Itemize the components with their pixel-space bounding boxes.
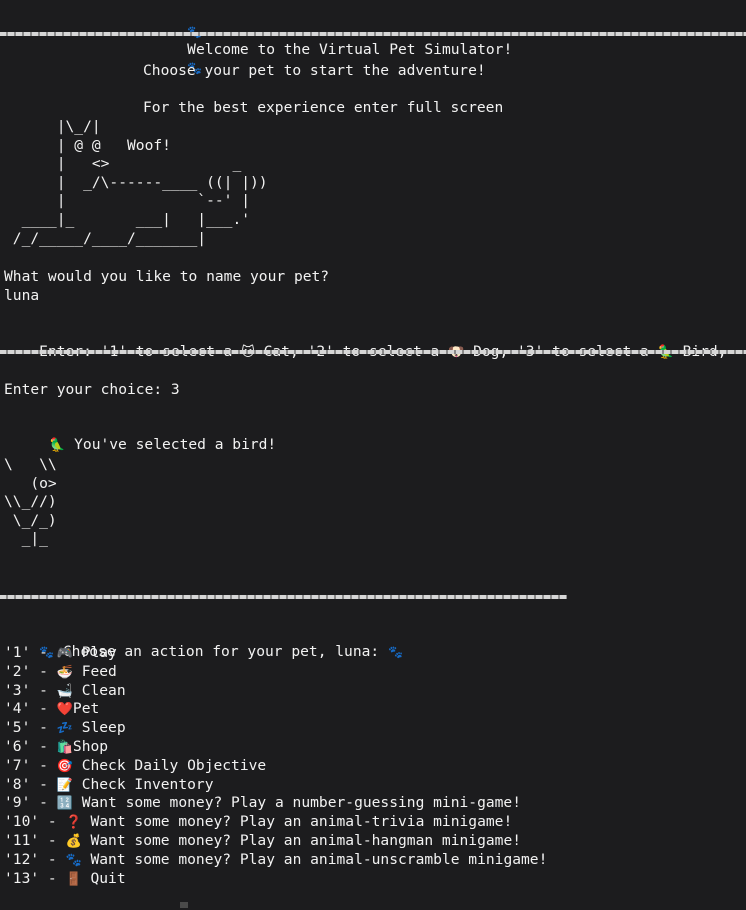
intro-line-2: For the best experience enter full scree…: [143, 99, 504, 116]
menu-item-icon: 🐾: [65, 852, 82, 868]
selected-line: 🦜 You've selected a bird!: [14, 418, 276, 453]
pet-select-prompt: Enter: '1' to select a 🐱 Cat, '2' to sel…: [4, 325, 726, 360]
menu-item[interactable]: '8' - 📝 Check Inventory: [4, 776, 214, 794]
divider: [0, 32, 746, 36]
menu-item-icon: 🛁: [56, 683, 73, 699]
menu-item[interactable]: '1' - 🎮 Play: [4, 644, 117, 662]
name-question: What would you like to name your pet?: [4, 268, 330, 285]
menu-item-label: Pet: [72, 700, 100, 718]
menu-item-key: '6' -: [4, 738, 57, 755]
paw-icon: 🐾: [387, 645, 403, 659]
menu-item[interactable]: '13' - 🚪 Quit: [4, 870, 126, 888]
menu-item-label: Quit: [81, 869, 126, 887]
dog-ascii-art: |\_/| | @ @ Woof! | <> _ | _/\------____…: [12, 118, 268, 247]
menu-item-key: '7' -: [4, 756, 57, 774]
choice-line: Enter your choice: 3: [4, 381, 180, 398]
app-title: Welcome to the Virtual Pet Simulator!: [187, 41, 513, 58]
menu-item[interactable]: '5' - 💤 Sleep: [4, 719, 126, 737]
menu-header: 🐾 Choose an action for your pet, luna: 🐾: [4, 625, 403, 660]
terminal-bottom-bar: [0, 900, 746, 910]
menu-item-icon: 💤: [56, 721, 73, 737]
menu-item-icon: 🎯: [56, 758, 73, 774]
menu-item-label: Check Daily Objective: [72, 756, 267, 774]
header-title-line: 🐾 Welcome to the Virtual Pet Simulator! …: [152, 5, 512, 75]
menu-item-label: Shop: [72, 738, 109, 755]
menu-item-label: Want some money? Play an animal-unscramb…: [81, 850, 548, 868]
menu-item-icon: 🚪: [65, 871, 82, 887]
bird-ascii-art: \ \\ (o> \\_//) \_/_) _|_: [4, 456, 57, 548]
menu-item[interactable]: '12' - 🐾 Want some money? Play an animal…: [4, 851, 547, 869]
name-answer: luna: [4, 287, 40, 304]
intro-line-1: Choose your pet to start the adventure!: [143, 62, 486, 79]
menu-item[interactable]: '9' - 🔢 Want some money? Play a number-g…: [4, 794, 521, 812]
menu-item-key: '3' -: [4, 681, 57, 699]
menu-item-key: '9' -: [4, 794, 57, 812]
menu-item-key: '10' -: [4, 813, 66, 831]
divider: [0, 595, 567, 599]
menu-item-key: '2' -: [4, 662, 57, 680]
menu-item-key: '5' -: [4, 719, 57, 737]
cursor-icon: [180, 902, 188, 908]
menu-item-key: '4' -: [4, 700, 57, 718]
menu-item-label: Want some money? Play an animal-hangman …: [81, 832, 522, 849]
menu-item-label: Sleep: [72, 719, 126, 737]
menu-item-icon: 🎮: [56, 646, 73, 661]
menu-item[interactable]: '2' - 🍜 Feed: [4, 663, 117, 681]
menu-item-icon: 🍜: [56, 664, 73, 680]
menu-item-icon: 🔢: [56, 796, 73, 812]
menu-item[interactable]: '4' - ❤️Pet: [4, 700, 99, 718]
menu-item-icon: 📝: [56, 777, 73, 793]
menu-item-icon: ❤️: [56, 702, 73, 718]
menu-item-icon: ❓: [65, 815, 82, 831]
menu-item-icon: 💰: [65, 834, 82, 849]
menu-item-key: '1' -: [4, 644, 57, 661]
menu-item[interactable]: '11' - 💰 Want some money? Play an animal…: [4, 832, 521, 850]
menu-item[interactable]: '10' - ❓ Want some money? Play an animal…: [4, 813, 512, 831]
menu-item-label: Want some money? Play an animal-trivia m…: [81, 813, 513, 831]
menu-item-label: Play: [72, 644, 117, 661]
divider: [0, 350, 746, 354]
menu-item-key: '11' -: [4, 832, 66, 849]
menu-item-key: '8' -: [4, 775, 57, 793]
menu-item-key: '12' -: [4, 850, 66, 868]
menu-item-key: '13' -: [4, 869, 66, 887]
menu-item-icon: 🛍️: [56, 740, 73, 755]
menu-item[interactable]: '7' - 🎯 Check Daily Objective: [4, 757, 266, 775]
menu-item[interactable]: '3' - 🛁 Clean: [4, 682, 126, 700]
menu-item-label: Want some money? Play a number-guessing …: [72, 794, 522, 812]
bird-icon: 🦜: [49, 438, 66, 453]
terminal-window[interactable]: 🐾 Welcome to the Virtual Pet Simulator! …: [0, 0, 746, 910]
selected-text: You've selected a bird!: [65, 436, 277, 453]
menu-item-label: Clean: [72, 681, 126, 699]
menu-item-label: Check Inventory: [72, 775, 214, 793]
menu-item-label: Feed: [72, 662, 117, 680]
menu-item[interactable]: '6' - 🛍️Shop: [4, 738, 108, 756]
